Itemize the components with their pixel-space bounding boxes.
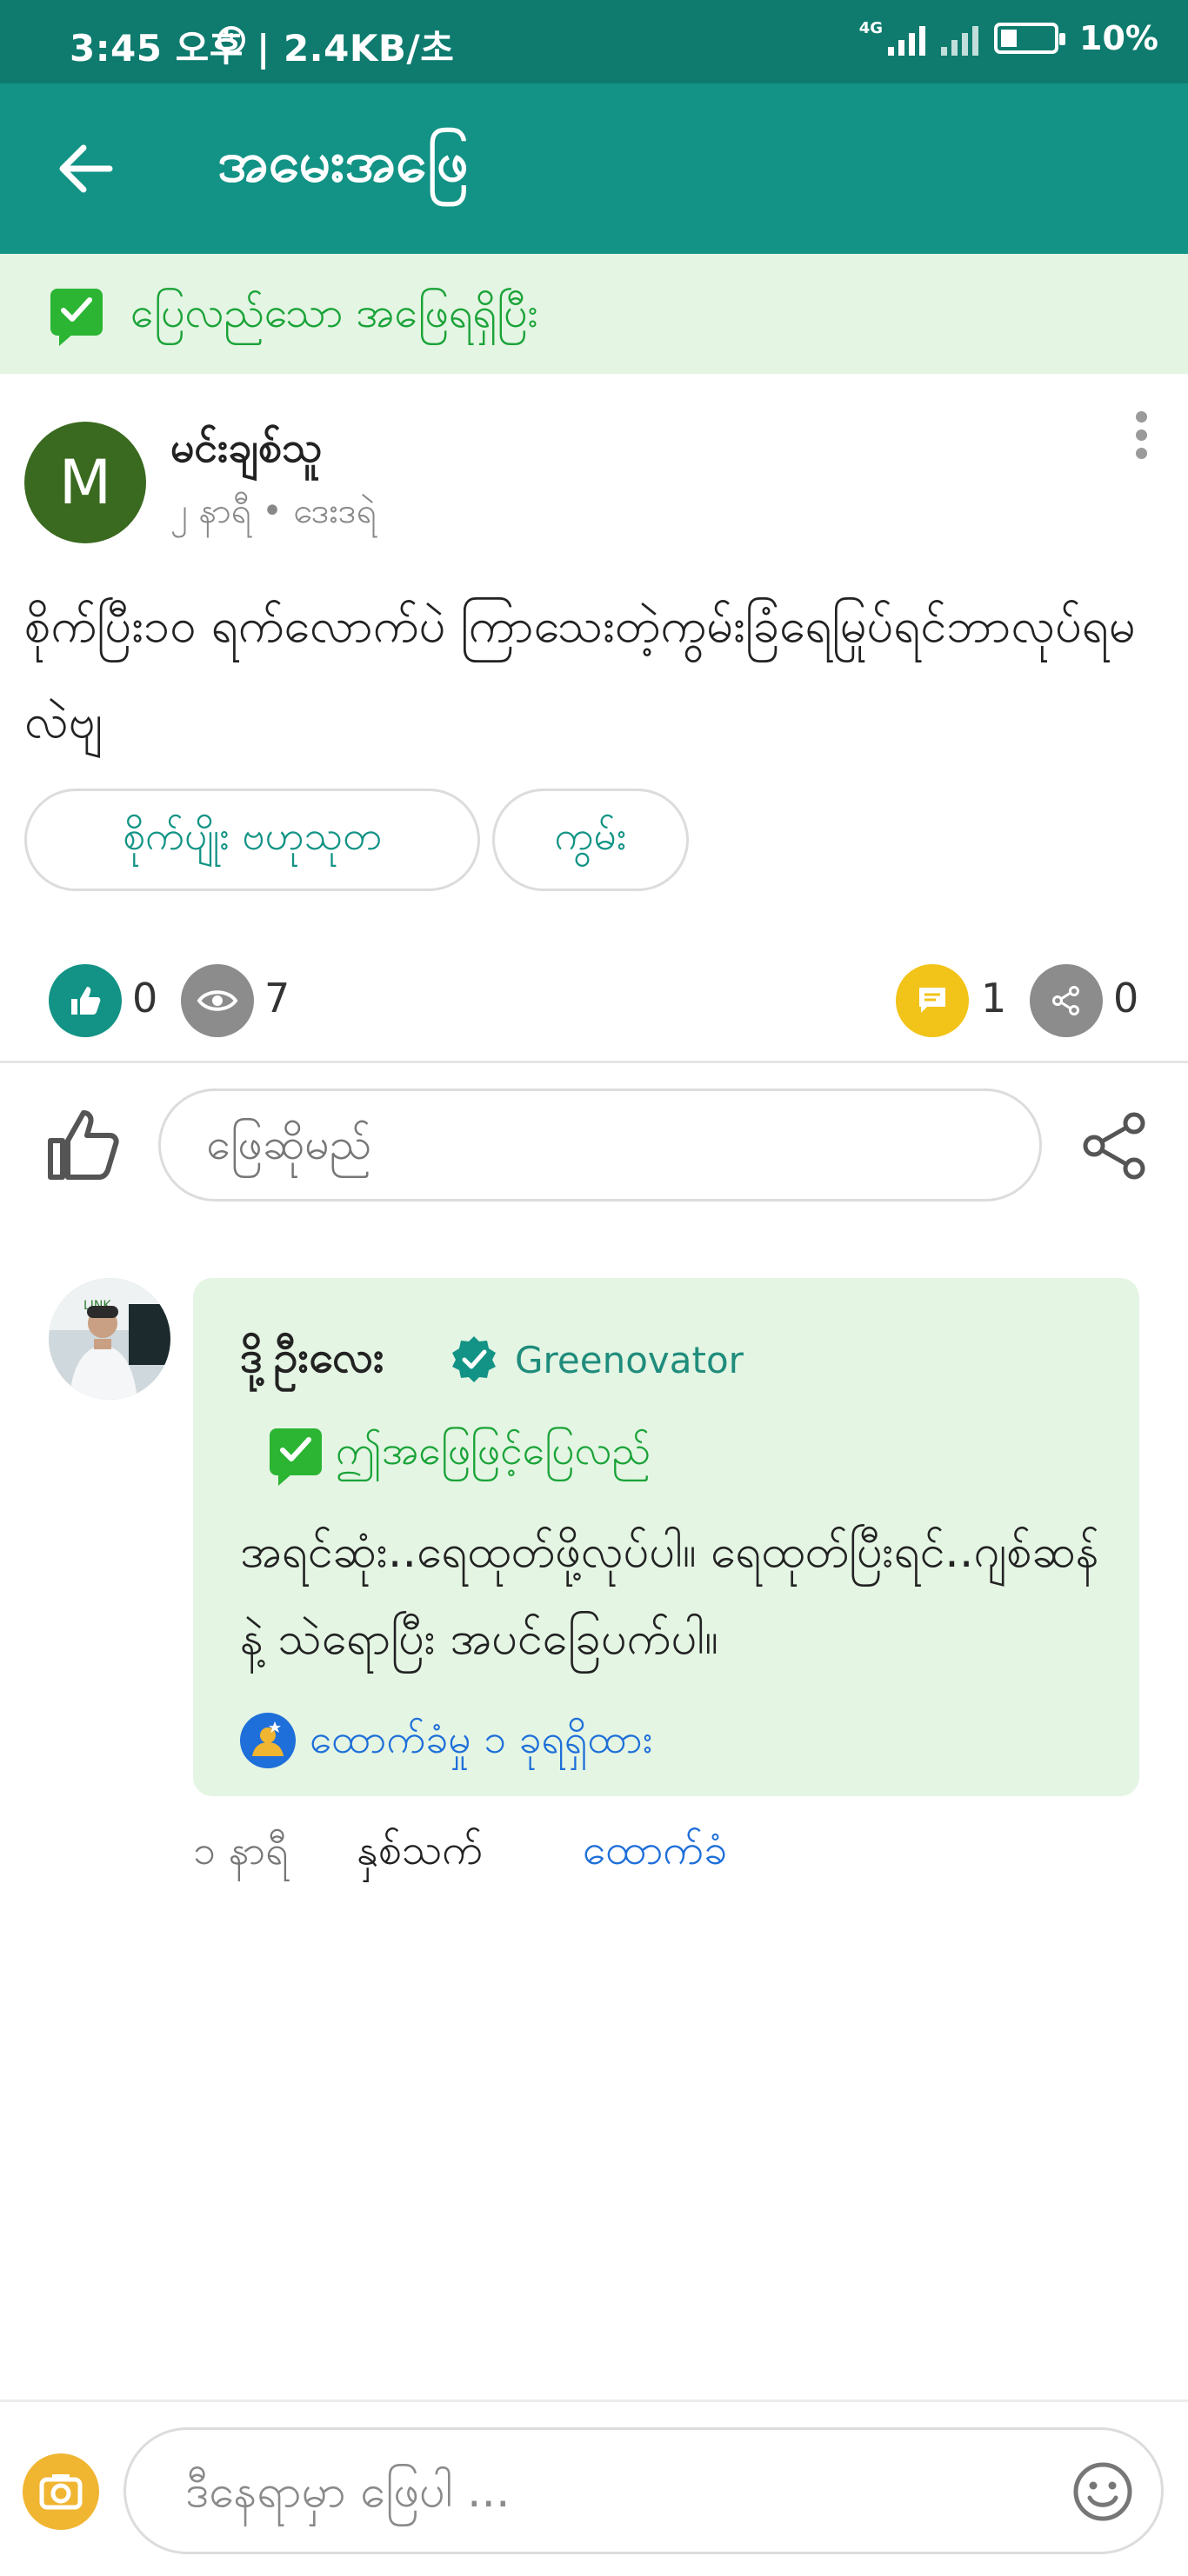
likes-count: 0: [132, 975, 158, 1022]
views-count: 7: [264, 975, 290, 1022]
reply-input-placeholder: ဒီနေရာမှာ ဖြေပါ ...: [185, 2466, 511, 2518]
more-options-icon[interactable]: [1122, 404, 1160, 465]
alarm-icon: [217, 26, 245, 54]
network-type: 4G: [858, 19, 884, 37]
react-button[interactable]: နှစ်သက်: [357, 1824, 483, 1885]
question-meta: ၂ နာရီ • ဒေးဒရဲ: [170, 491, 377, 531]
camera-icon[interactable]: [23, 2453, 99, 2530]
answer-author-role: Greenovator: [515, 1339, 744, 1381]
emoji-icon[interactable]: [1071, 2460, 1134, 2523]
accepted-banner: ပြေလည်သော အဖြေရရှိပြီး: [0, 254, 1188, 374]
accepted-check-icon: [270, 1428, 322, 1486]
tag-chip[interactable]: ကွမ်း: [492, 789, 689, 891]
back-arrow-icon[interactable]: [52, 136, 118, 202]
comment-icon[interactable]: [896, 964, 969, 1037]
eye-icon: [181, 964, 254, 1037]
status-icons: 4G 10%: [217, 19, 1158, 57]
answers-count: 1: [981, 975, 1007, 1022]
answer-input[interactable]: ဖြေဆိုမည်: [158, 1088, 1042, 1201]
battery-level: 10%: [1079, 19, 1158, 57]
answer-author[interactable]: ဒို့ဦးလေး: [240, 1330, 384, 1394]
reply-input[interactable]: ဒီနေရာမှာ ဖြေပါ ...: [123, 2427, 1164, 2554]
thumbs-up-icon[interactable]: [43, 1104, 123, 1184]
check-icon: [50, 289, 103, 346]
like-icon[interactable]: [49, 964, 122, 1037]
battery-icon: [994, 23, 1066, 54]
answer-time: ၁ နာရီ: [193, 1827, 289, 1874]
support-button[interactable]: ထောက်ခံ: [583, 1824, 727, 1885]
signal-icon: [888, 21, 926, 56]
answer-input-placeholder: ဖြေဆိုမည်: [206, 1119, 372, 1169]
question-author[interactable]: မင်းချစ်သူ: [170, 422, 322, 483]
share-icon[interactable]: [1030, 964, 1103, 1037]
accepted-answer-label: ဤအဖြေဖြင့်ပြေလည်: [336, 1427, 651, 1474]
answer-avatar[interactable]: LINK: [49, 1278, 170, 1400]
tag-chip[interactable]: စိုက်ပျိုး ဗဟုသုတ: [24, 789, 480, 891]
avatar[interactable]: M: [24, 422, 146, 543]
banner-text: ပြေလည်သော အဖြေရရှိပြီး: [130, 289, 538, 337]
share-icon[interactable]: [1078, 1109, 1151, 1182]
status-time: 3:45 오후 | 2.4KB/초: [70, 27, 455, 70]
answer-text: အရင်ဆုံး..ရေထုတ်ဖို့လုပ်ပါ။ ရေထုတ်ပြီးရင…: [240, 1526, 1099, 1665]
verified-badge-icon: [452, 1336, 496, 1382]
page-title: အမေးအဖြေ: [217, 130, 469, 195]
app-bar: အမေးအဖြေ: [0, 83, 1188, 254]
divider: [0, 1061, 1188, 1063]
supporter-icon: [240, 1713, 296, 1768]
support-count-link[interactable]: ထောက်ခံမှု ၁ ခုရရှိထား: [310, 1714, 652, 1773]
question-text: စိုက်ပြီး၁၀ ရက်လောက်ပဲ ကြာသေးတဲ့ကွမ်းခြံ…: [24, 598, 1136, 749]
shares-count: 0: [1113, 975, 1139, 1022]
signal-icon-2: [941, 21, 979, 56]
status-bar: 3:45 오후 | 2.4KB/초 4G 10%: [0, 0, 1188, 83]
